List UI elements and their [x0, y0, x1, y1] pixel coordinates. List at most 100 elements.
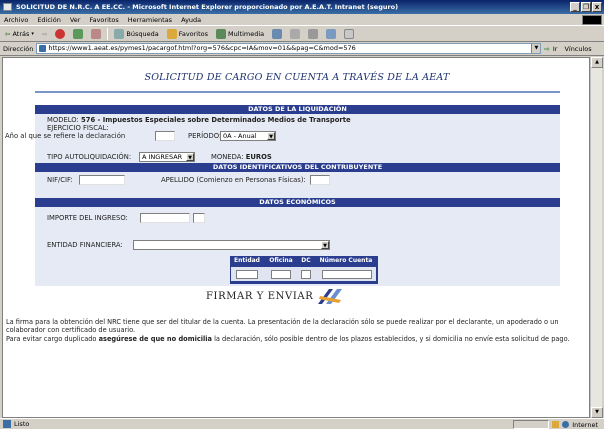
- bank-header-dc: DC: [301, 257, 311, 264]
- periodo-value: 0A - Anual: [223, 132, 257, 140]
- chevron-down-icon: ▾: [31, 30, 34, 37]
- status-text: Listo: [14, 420, 30, 428]
- nif-input[interactable]: [79, 175, 125, 185]
- menu-favoritos[interactable]: Favoritos: [89, 16, 118, 24]
- note-duplicado-post: la declaración, sólo posible dentro de l…: [211, 335, 570, 343]
- sign-and-send-button[interactable]: FIRMAR Y ENVIAR: [206, 287, 356, 305]
- window-title: SOLICITUD DE N.R.C. A EE.CC. - Microsoft…: [16, 3, 399, 11]
- importe-decimal-input[interactable]: [193, 213, 205, 223]
- mail-button[interactable]: [288, 27, 302, 40]
- vertical-scrollbar[interactable]: ▲ ▼: [590, 57, 603, 418]
- scroll-down-icon[interactable]: ▼: [591, 407, 603, 418]
- home-button[interactable]: [89, 27, 103, 40]
- go-button[interactable]: Ir: [553, 45, 558, 53]
- dc-input[interactable]: [301, 270, 311, 279]
- minimize-button[interactable]: _: [570, 2, 580, 12]
- page-title: SOLICITUD DE CARGO EN CUENTA A TRAVÉS DE…: [144, 72, 450, 83]
- edit-button[interactable]: [324, 27, 338, 40]
- history-button[interactable]: [270, 27, 284, 40]
- links-button[interactable]: Vínculos: [564, 45, 591, 53]
- close-button[interactable]: x: [592, 2, 602, 12]
- forward-button[interactable]: ⇨: [40, 27, 49, 40]
- address-bar: Dirección https://www1.aeat.es/pymes1/pa…: [0, 42, 604, 56]
- payment-form: DATOS DE LA LIQUIDACIÓN MODELO: 576 - Im…: [5, 105, 560, 286]
- discuss-button[interactable]: [342, 27, 356, 40]
- multimedia-button[interactable]: Multimedia: [214, 27, 266, 40]
- chevron-down-icon: ▼: [267, 132, 275, 140]
- menu-edicion[interactable]: Edición: [37, 16, 61, 24]
- zone-indicator: Internet: [513, 420, 598, 429]
- stop-button[interactable]: [53, 27, 67, 40]
- chevron-down-icon[interactable]: ▼: [531, 44, 541, 53]
- print-icon: [308, 28, 319, 39]
- note-duplicado-pre: Para evitar cargo duplicado: [6, 335, 99, 343]
- globe-icon: [562, 421, 570, 428]
- home-icon: [91, 28, 102, 39]
- refresh-button[interactable]: [71, 27, 85, 40]
- oficina-input[interactable]: [271, 270, 291, 279]
- menu-ver[interactable]: Ver: [70, 16, 81, 24]
- multimedia-icon: [216, 28, 227, 39]
- scroll-up-icon[interactable]: ▲: [591, 57, 603, 68]
- page-icon: [39, 44, 47, 52]
- modelo-label: MODELO:: [47, 116, 79, 124]
- print-button[interactable]: [306, 27, 320, 40]
- search-icon: [114, 28, 125, 39]
- tipo-label: TIPO AUTOLIQUIDACIÓN:: [47, 153, 132, 161]
- ie-page-icon: [3, 3, 12, 11]
- periodo-select[interactable]: 0A - Anual ▼: [220, 131, 276, 141]
- ejercicio-input[interactable]: [155, 131, 175, 141]
- bank-header-numero-cuenta: Número Cuenta: [319, 257, 373, 264]
- section-header-contribuyente: DATOS IDENTIFICATIVOS DEL CONTRIBUYENTE: [35, 163, 560, 172]
- menu-archivo[interactable]: Archivo: [4, 16, 28, 24]
- moneda-row: MONEDA: EUROS: [211, 153, 272, 161]
- address-label: Dirección: [3, 44, 34, 53]
- favorites-label: Favoritos: [178, 29, 209, 38]
- status-cell: [513, 420, 550, 429]
- favorites-button[interactable]: Favoritos: [165, 27, 210, 40]
- numero-cuenta-input[interactable]: [322, 270, 372, 279]
- moneda-label: MONEDA:: [211, 153, 244, 161]
- title-divider: [35, 91, 560, 93]
- submit-label: FIRMAR Y ENVIAR: [206, 290, 314, 302]
- back-label: Atrás: [12, 29, 30, 38]
- browser-window: SOLICITUD DE N.R.C. A EE.CC. - Microsoft…: [0, 0, 604, 429]
- url-text: https://www1.aeat.es/pymes1/pacargof.htm…: [48, 44, 356, 52]
- history-icon: [272, 28, 283, 39]
- refresh-icon: [73, 28, 84, 39]
- page-status-icon: [3, 420, 11, 428]
- back-arrow-icon: ⇦: [5, 29, 11, 38]
- importe-label: IMPORTE DEL INGRESO:: [47, 214, 128, 222]
- entidad-input[interactable]: [236, 270, 258, 279]
- status-bar: Listo Internet: [0, 418, 604, 429]
- bank-header-oficina: Oficina: [269, 257, 293, 264]
- url-field[interactable]: https://www1.aeat.es/pymes1/pacargof.htm…: [36, 43, 542, 54]
- go-arrow-icon: ⇨: [544, 44, 550, 53]
- tipo-select[interactable]: A INGRESAR ▼: [139, 152, 195, 162]
- toolbar: ⇦ Atrás ▾ ⇨ Búsqueda Favoritos Multimedi…: [0, 26, 604, 42]
- menu-bar: Archivo Edición Ver Favoritos Herramient…: [0, 14, 604, 26]
- edit-icon: [326, 28, 337, 39]
- note-firma: La firma para la obtención del NRC tiene…: [6, 318, 559, 335]
- importe-input[interactable]: [140, 213, 190, 223]
- search-label: Búsqueda: [126, 29, 159, 38]
- modelo-row: MODELO: 576 - Impuestos Especiales sobre…: [47, 116, 351, 124]
- discuss-icon: [344, 28, 355, 39]
- menu-ayuda[interactable]: Ayuda: [181, 16, 201, 24]
- search-button[interactable]: Búsqueda: [112, 27, 160, 40]
- zone-text: Internet: [572, 420, 598, 429]
- note-duplicado-bold: asegúrese de que no domicilia: [98, 335, 212, 343]
- entidad-label: ENTIDAD FINANCIERA:: [47, 241, 123, 249]
- maximize-button[interactable]: ❐: [581, 2, 591, 12]
- nif-label: NIF/CIF:: [47, 176, 73, 184]
- moneda-value: EUROS: [245, 153, 272, 161]
- back-button[interactable]: ⇦ Atrás ▾: [3, 27, 36, 40]
- note-duplicado: Para evitar cargo duplicado asegúrese de…: [6, 335, 588, 343]
- bank-header-entidad: Entidad: [234, 257, 260, 264]
- entidad-select[interactable]: ▼: [133, 240, 330, 250]
- periodo-label: PERÍODO:: [188, 132, 222, 140]
- mail-icon: [290, 28, 301, 39]
- apellido-input[interactable]: [310, 175, 330, 185]
- menu-herramientas[interactable]: Herramientas: [128, 16, 172, 24]
- ejercicio-sublabel: Año al que se refiere la declaración: [5, 132, 126, 140]
